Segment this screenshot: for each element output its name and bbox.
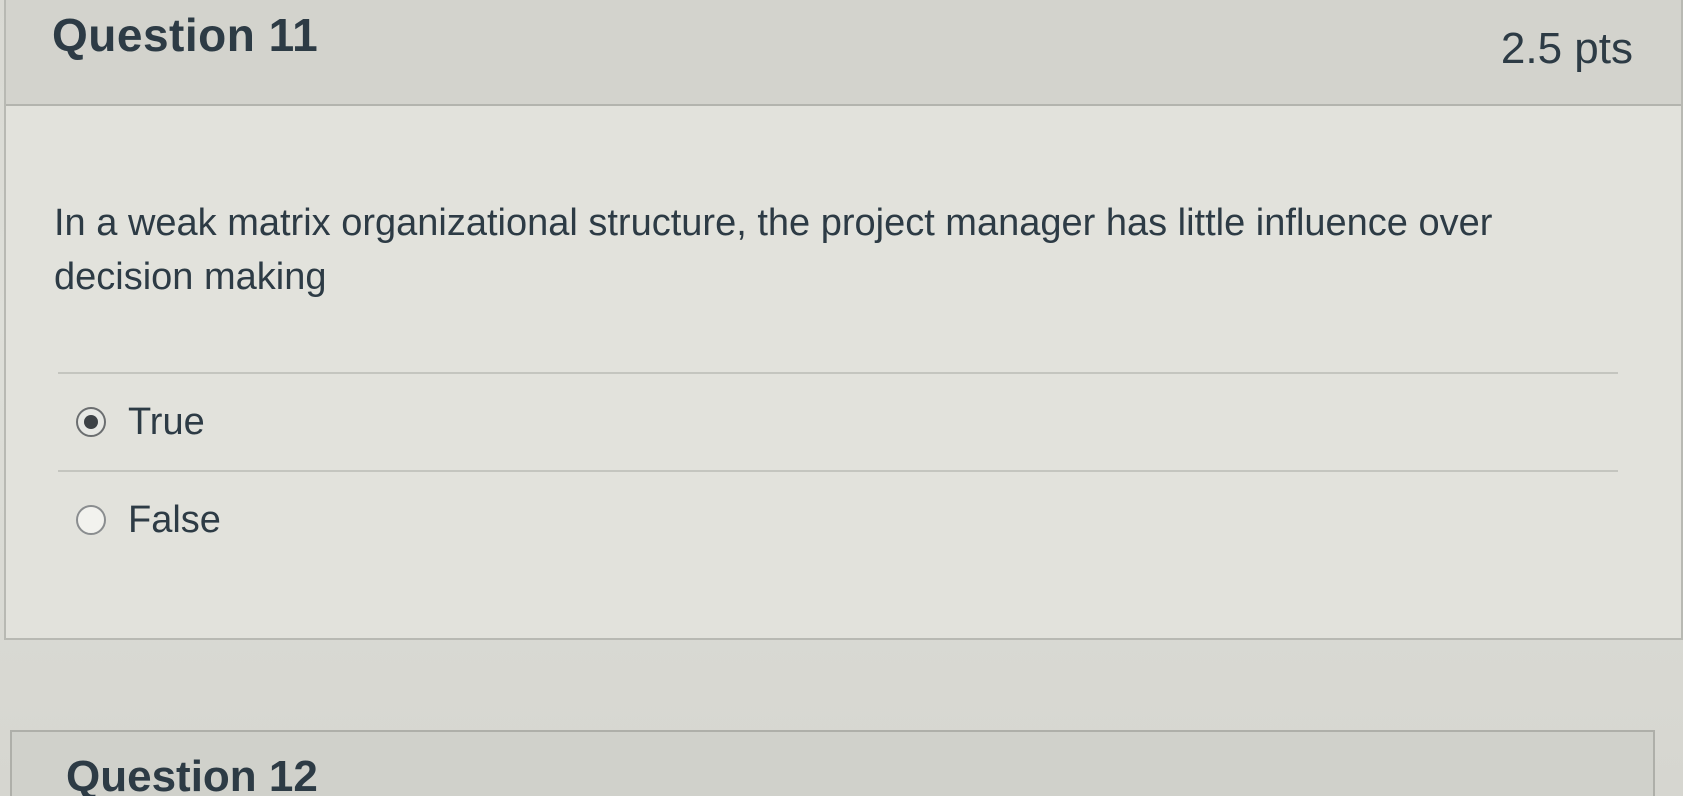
- radio-button[interactable]: [76, 505, 106, 535]
- answer-option-false[interactable]: False: [58, 472, 1618, 568]
- question-11-header: Question 11 2.5 pts: [6, 0, 1681, 106]
- question-11-card: Question 11 2.5 pts In a weak matrix org…: [4, 0, 1683, 640]
- answer-option-true[interactable]: True: [58, 374, 1618, 470]
- question-12-card: Question 12: [10, 730, 1655, 796]
- question-title: Question 11: [52, 9, 319, 61]
- question-points: 2.5 pts: [1500, 24, 1633, 73]
- quiz-page: Question 11 2.5 pts In a weak matrix org…: [0, 0, 1683, 796]
- answer-label: True: [128, 400, 205, 443]
- radio-button-selected[interactable]: [76, 407, 106, 437]
- question-title: Question 12: [66, 752, 318, 796]
- answer-label: False: [128, 498, 221, 541]
- answer-list: True False: [58, 372, 1618, 568]
- question-text: In a weak matrix organizational structur…: [54, 202, 1493, 298]
